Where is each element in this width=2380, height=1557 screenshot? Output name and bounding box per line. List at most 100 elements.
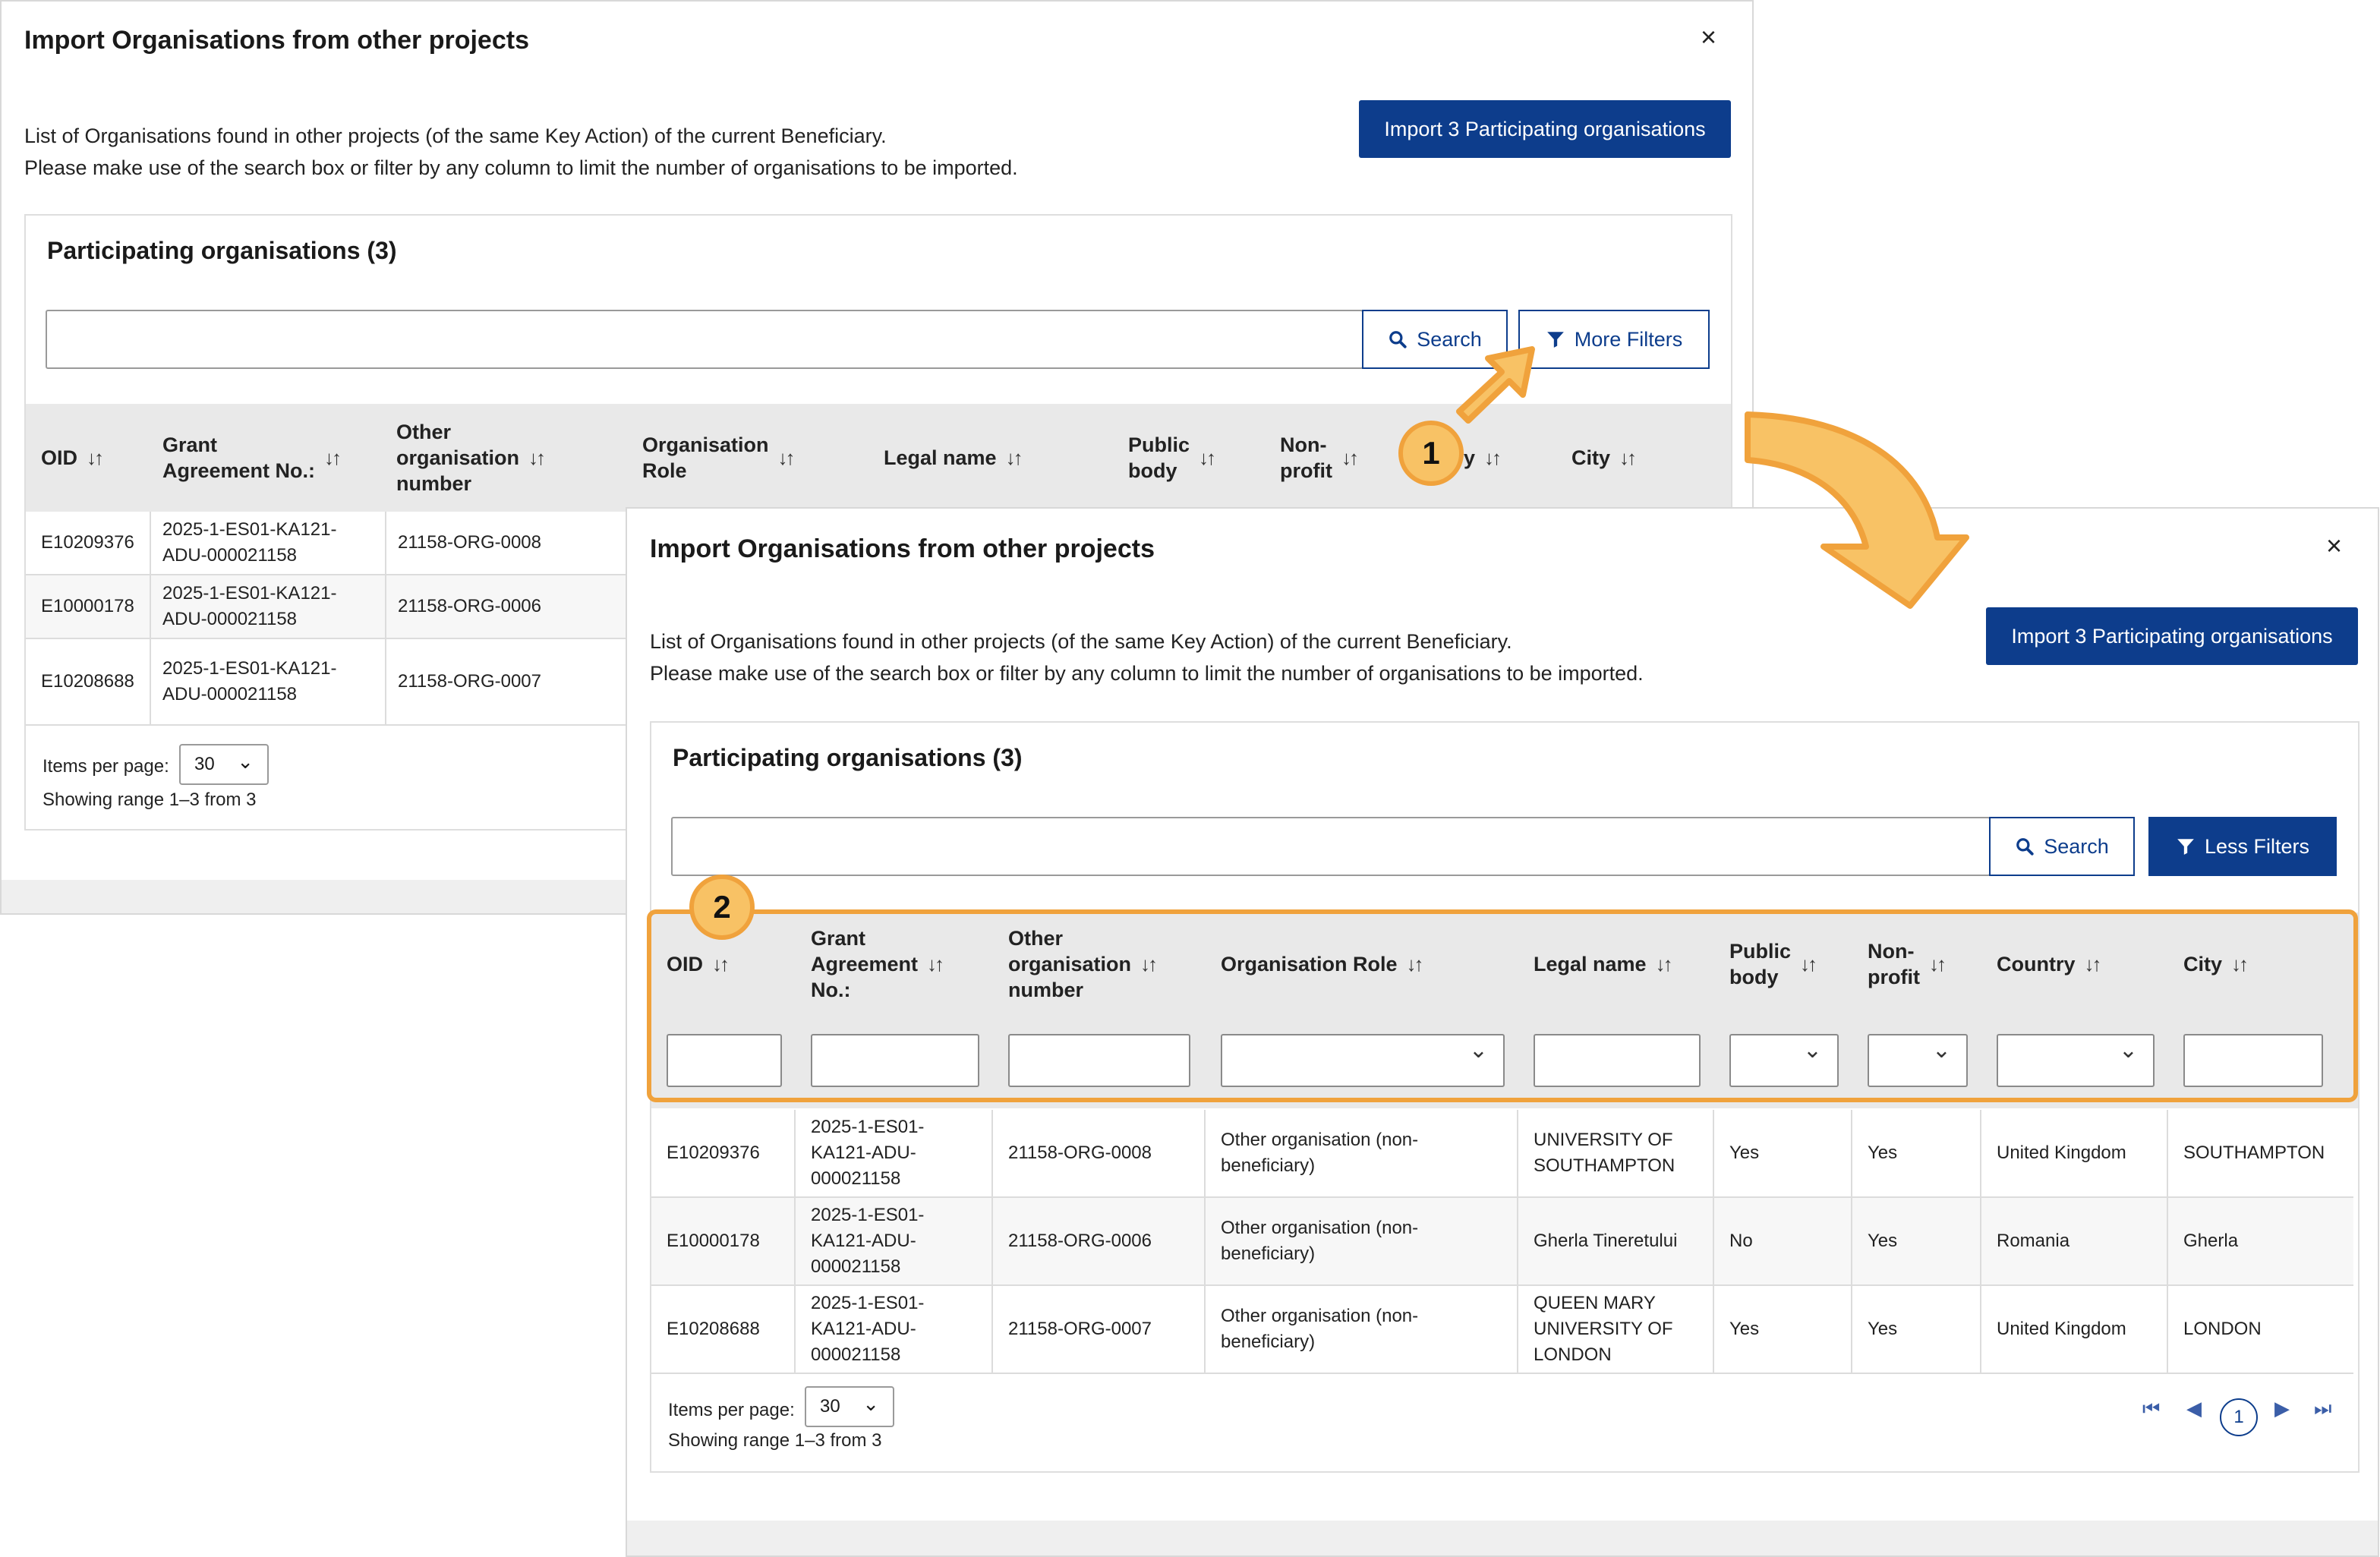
- cell-line: ADU-000021158: [162, 609, 298, 629]
- column-divider: [991, 1286, 993, 1373]
- cell-line: 2025-1-ES01-KA121-: [162, 519, 337, 540]
- header-other-org-number: Other organisation number ↓↑: [396, 411, 616, 504]
- cell-grant-agreement: 2025-1-ES01- KA121-ADU- 000021158: [811, 1198, 990, 1284]
- column-divider: [794, 1110, 796, 1196]
- front-items-per-page-value: 30: [820, 1396, 840, 1417]
- cell-other: 21158-ORG-0007: [398, 671, 541, 692]
- column-divider: [1851, 1286, 1852, 1373]
- next-page-icon[interactable]: ▶: [2274, 1397, 2290, 1420]
- step-2-badge: 2: [689, 875, 755, 940]
- sort-icon[interactable]: ↓↑: [778, 445, 796, 471]
- column-divider: [1980, 1110, 1981, 1196]
- close-icon[interactable]: ×: [1701, 21, 1716, 53]
- cell-line: SOUTHAMPTON: [1534, 1155, 1675, 1176]
- back-range-text: Showing range 1–3 from 3: [43, 790, 257, 810]
- sort-icon[interactable]: ↓↑: [1341, 445, 1359, 471]
- cell-line: 000021158: [811, 1344, 901, 1365]
- filter-icon: [2177, 839, 2194, 855]
- front-items-per-page-label: Items per page:: [668, 1400, 795, 1420]
- header-line: City: [1571, 446, 1611, 469]
- column-divider: [2167, 1110, 2168, 1196]
- less-filters-button[interactable]: Less Filters: [2148, 817, 2337, 876]
- back-items-per-page-select[interactable]: 30 ⌄: [179, 744, 269, 785]
- front-intro-line2: Please make use of the search box or fil…: [650, 662, 1644, 685]
- less-filters-label: Less Filters: [2204, 834, 2310, 858]
- cell-public-body: No: [1729, 1231, 1753, 1251]
- cell-country: United Kingdom: [1997, 1319, 2126, 1339]
- cell-line: UNIVERSITY OF: [1534, 1319, 1673, 1339]
- header-label: Legal name: [884, 445, 997, 471]
- cell-city: LONDON: [2183, 1319, 2262, 1339]
- column-divider: [150, 639, 151, 724]
- column-divider: [1517, 1198, 1518, 1284]
- sort-icon[interactable]: ↓↑: [324, 445, 342, 471]
- front-import-button[interactable]: Import 3 Participating organisations: [1986, 607, 2358, 665]
- cell-oid: E10209376: [41, 532, 134, 553]
- column-divider: [1713, 1110, 1714, 1196]
- header-label: Grant Agreement No.:: [162, 432, 315, 484]
- cell-line: KA121-ADU-: [811, 1319, 916, 1339]
- prev-page-icon[interactable]: ◀: [2186, 1397, 2202, 1420]
- column-divider: [1204, 1286, 1206, 1373]
- table-row: E102093762025-1-ES01-KA121-ADU-000021158…: [651, 1110, 2353, 1198]
- close-icon[interactable]: ×: [2326, 530, 2342, 562]
- sort-icon[interactable]: ↓↑: [1199, 445, 1216, 471]
- last-page-icon[interactable]: ⏭: [2314, 1397, 2331, 1421]
- column-divider: [1851, 1198, 1852, 1284]
- column-divider: [1517, 1110, 1518, 1196]
- step-1-badge: 1: [1398, 421, 1464, 486]
- cell-legal-name: UNIVERSITY OF SOUTHAMPTON: [1534, 1110, 1711, 1196]
- table-row: E102093762025-1-ES01-KA121-ADU-000021158…: [26, 512, 626, 575]
- column-divider: [991, 1110, 993, 1196]
- cell-line: 000021158: [811, 1168, 901, 1189]
- more-filters-label: More Filters: [1574, 327, 1683, 351]
- cell-line: 2025-1-ES01-: [811, 1293, 925, 1313]
- first-page-icon[interactable]: ⏮: [2142, 1397, 2160, 1421]
- back-dialog-title: Import Organisations from other projects: [24, 26, 529, 55]
- header-line: Non-: [1280, 433, 1327, 456]
- cell-oid: E10000178: [41, 596, 134, 616]
- cell-oid: E10208688: [41, 671, 134, 692]
- header-label: City: [1571, 445, 1610, 471]
- header-label: Other organisation number: [396, 419, 519, 496]
- column-divider: [1204, 1110, 1206, 1196]
- sort-icon[interactable]: ↓↑: [1484, 445, 1502, 471]
- header-line: Public: [1128, 433, 1190, 456]
- chevron-down-icon: ⌄: [237, 750, 254, 773]
- sort-icon[interactable]: ↓↑: [528, 445, 546, 471]
- column-divider: [1980, 1286, 1981, 1373]
- header-label: Public body: [1128, 432, 1190, 484]
- cell-legal-name: Gherla Tineretului: [1534, 1198, 1711, 1284]
- table-row: E10208688 2025-1-ES01- KA121-ADU- 000021158…: [651, 1286, 2353, 1374]
- column-divider: [991, 1198, 993, 1284]
- cell-legal-name: QUEEN MARY UNIVERSITY OF LONDON: [1534, 1286, 1711, 1373]
- front-search-button[interactable]: Search: [1989, 817, 2135, 876]
- back-search-input[interactable]: [46, 310, 1363, 369]
- column-divider: [1204, 1198, 1206, 1284]
- back-import-button[interactable]: Import 3 Participating organisations: [1359, 100, 1731, 158]
- column-divider: [794, 1286, 796, 1373]
- header-line: Other: [396, 421, 452, 443]
- cell-organisation-role: Other organisation (non-beneficiary): [1221, 1110, 1515, 1196]
- cell-line: beneficiary): [1221, 1155, 1316, 1176]
- current-page[interactable]: 1: [2220, 1398, 2258, 1436]
- front-search-input[interactable]: [671, 817, 1991, 876]
- front-items-per-page-select[interactable]: 30 ⌄: [805, 1386, 894, 1427]
- column-divider: [1517, 1286, 1518, 1373]
- chevron-down-icon: ⌄: [862, 1392, 879, 1415]
- cell-line: Other organisation (non-: [1221, 1130, 1419, 1150]
- cell-line: Gherla Tineretului: [1534, 1231, 1678, 1251]
- cell-country: Romania: [1997, 1231, 2070, 1251]
- column-divider: [1980, 1198, 1981, 1284]
- transition-arrow-icon: [1745, 411, 1969, 609]
- cell-other-org-number: 21158-ORG-0006: [1008, 1231, 1152, 1251]
- table-row: E102086882025-1-ES01-KA121-ADU-000021158…: [26, 639, 626, 726]
- header-label: Organisation Role: [642, 432, 769, 484]
- sort-icon[interactable]: ↓↑: [1619, 445, 1637, 471]
- sort-icon[interactable]: ↓↑: [1006, 445, 1023, 471]
- sort-icon[interactable]: ↓↑: [87, 445, 104, 471]
- front-panel-title: Participating organisations (3): [673, 744, 1023, 771]
- header-line: body: [1128, 459, 1177, 482]
- cell-city: Gherla: [2183, 1231, 2239, 1251]
- cell-oid: E10208688: [667, 1319, 760, 1339]
